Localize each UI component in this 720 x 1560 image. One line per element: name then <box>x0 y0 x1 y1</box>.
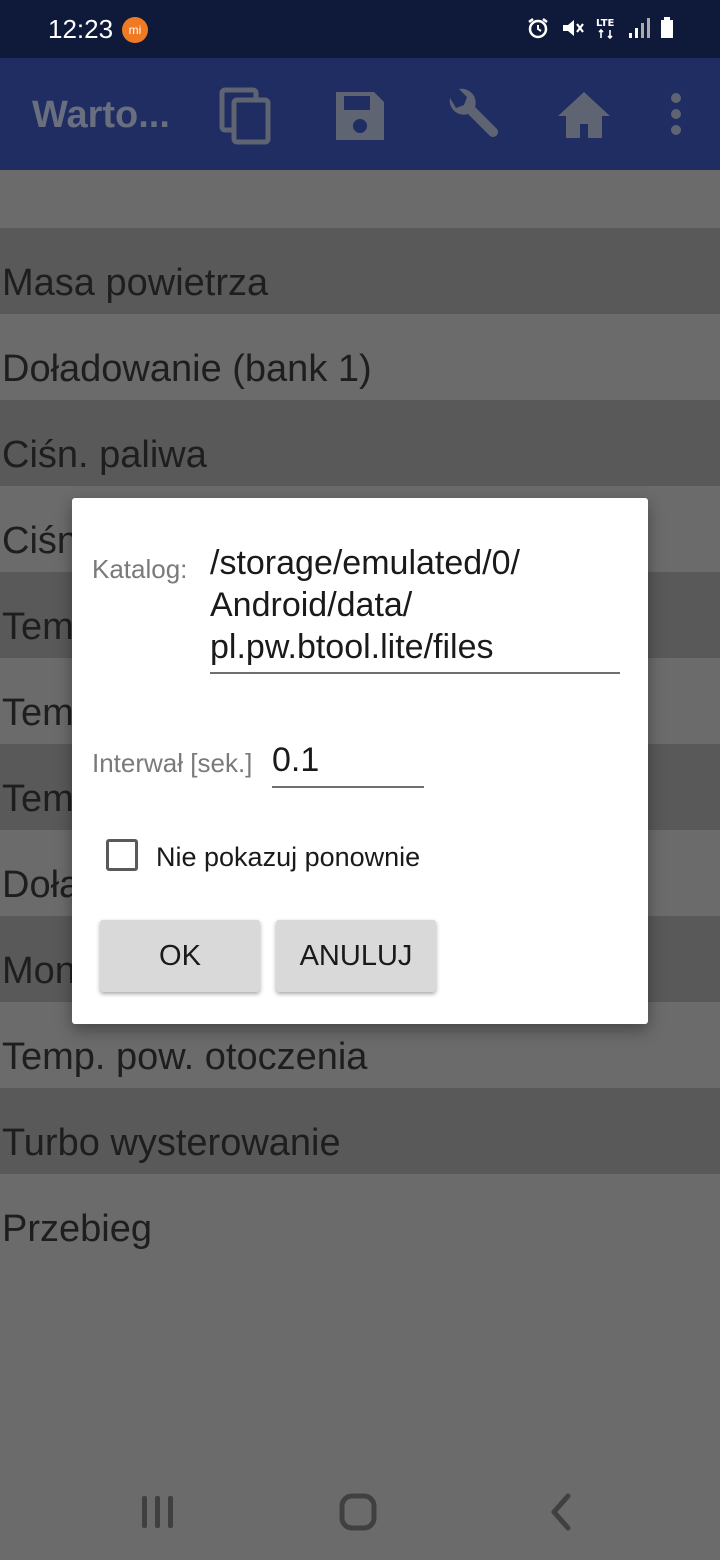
mi-app-icon: mi <box>122 17 148 43</box>
dont-show-again-label[interactable]: Nie pokazuj ponownie <box>156 842 420 873</box>
list-item[interactable]: Turbo wysterowanie <box>0 1088 720 1174</box>
list-item[interactable]: Przebieg <box>0 1174 720 1260</box>
signal-icon <box>628 16 650 40</box>
interval-label: Interwał [sek.] <box>92 748 253 778</box>
more-vert-icon[interactable] <box>646 86 706 146</box>
lte-icon: LTE <box>596 16 618 40</box>
back-icon[interactable] <box>540 1490 584 1539</box>
battery-icon <box>660 16 674 40</box>
copy-icon[interactable] <box>218 86 278 146</box>
status-time: 12:23 <box>48 14 114 44</box>
svg-text:LTE: LTE <box>596 18 615 29</box>
app-title: Warto... <box>32 94 170 136</box>
save-icon[interactable] <box>330 86 390 146</box>
home-icon[interactable] <box>554 86 614 146</box>
home-nav-icon[interactable] <box>336 1490 380 1539</box>
list-item[interactable]: Masa powietrza <box>0 228 720 314</box>
list-item[interactable]: Doładowanie (bank 1) <box>0 314 720 400</box>
wrench-icon[interactable] <box>442 86 502 146</box>
catalog-path-text: /storage/emulated/0/ Android/data/ pl.pw… <box>210 544 520 666</box>
catalog-path-field[interactable]: /storage/emulated/0/ Android/data/ pl.pw… <box>210 542 620 674</box>
system-nav-bar <box>0 1464 720 1560</box>
cancel-button[interactable]: ANULUJ <box>276 920 436 992</box>
app-bar: Warto... <box>0 58 720 170</box>
dont-show-again-checkbox[interactable] <box>106 839 138 871</box>
log-settings-dialog: Katalog: /storage/emulated/0/ Android/da… <box>72 498 648 1024</box>
list-item[interactable]: Ciśn. paliwa <box>0 400 720 486</box>
recents-icon[interactable] <box>136 1490 180 1539</box>
status-bar: 12:23 mi LTE <box>0 0 720 58</box>
alarm-icon <box>526 16 550 40</box>
status-icons: LTE <box>526 16 674 40</box>
ok-button[interactable]: OK <box>100 920 260 992</box>
interval-input[interactable]: 0.1 <box>272 738 424 788</box>
catalog-label: Katalog: <box>92 554 188 584</box>
mute-icon <box>560 16 586 40</box>
list-spacer <box>0 170 720 228</box>
